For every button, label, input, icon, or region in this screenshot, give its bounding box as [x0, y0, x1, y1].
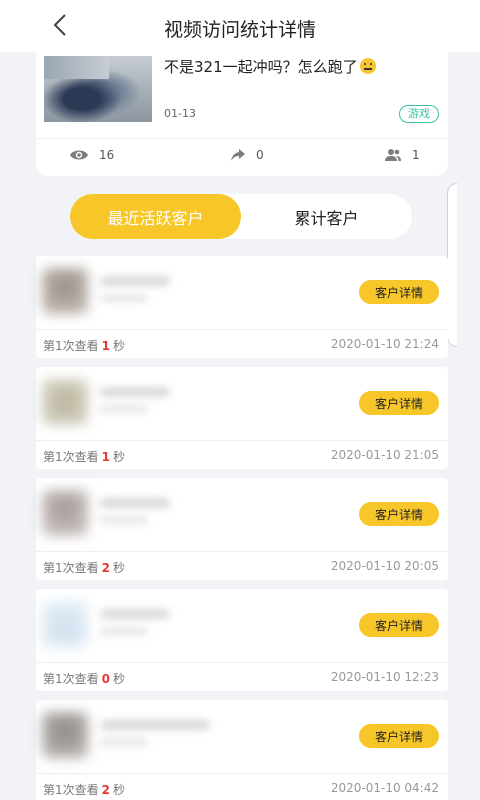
divider — [36, 551, 448, 552]
customer-detail-button[interactable]: 客户详情 — [359, 502, 439, 526]
view-unit: 秒 — [113, 450, 126, 464]
customer-row: 客户详情 第1次查看 1 秒 2020-01-10 21:24 — [36, 256, 448, 358]
view-seconds: 0 — [101, 672, 110, 686]
customer-row: 客户详情 第1次查看 2 秒 2020-01-10 04:42 — [36, 700, 448, 800]
views-stat: 16 — [69, 148, 114, 162]
tab-recent-customers[interactable]: 最近活跃客户 — [70, 194, 241, 239]
view-duration: 第1次查看 1 秒 — [43, 448, 125, 465]
video-date: 01-13 — [164, 107, 196, 120]
view-unit: 秒 — [113, 783, 126, 797]
view-prefix: 第1次查看 — [43, 783, 99, 797]
divider — [36, 329, 448, 330]
customer-detail-button[interactable]: 客户详情 — [359, 280, 439, 304]
video-card[interactable]: 不是321一起冲吗？怎么跑了 01-13 游戏 16 0 1 — [36, 48, 448, 176]
divider — [36, 138, 448, 139]
view-timestamp: 2020-01-10 04:42 — [330, 781, 439, 795]
customer-row: 客户详情 第1次查看 2 秒 2020-01-10 20:05 — [36, 478, 448, 580]
customer-detail-button[interactable]: 客户详情 — [359, 613, 439, 637]
users-stat: 1 — [384, 148, 420, 162]
confused-face-icon — [359, 58, 376, 74]
users-icon — [385, 149, 401, 161]
edge-handle — [447, 183, 457, 347]
customer-name-blurred — [100, 276, 170, 286]
customer-name-blurred — [100, 609, 170, 619]
tab-total-customers[interactable]: 累计客户 — [241, 194, 412, 239]
views-count: 16 — [99, 148, 115, 162]
view-timestamp: 2020-01-10 21:24 — [330, 337, 439, 351]
view-duration: 第1次查看 0 秒 — [43, 670, 125, 687]
view-prefix: 第1次查看 — [43, 672, 99, 686]
view-duration: 第1次查看 2 秒 — [43, 559, 125, 576]
view-unit: 秒 — [113, 561, 126, 575]
customer-info-blurred — [100, 405, 148, 413]
view-timestamp: 2020-01-10 12:23 — [330, 670, 439, 684]
customer-info-blurred — [100, 627, 148, 635]
customer-row: 客户详情 第1次查看 1 秒 2020-01-10 21:05 — [36, 367, 448, 469]
avatar — [42, 490, 88, 536]
view-timestamp: 2020-01-10 21:05 — [330, 448, 439, 462]
customer-info-blurred — [100, 738, 148, 746]
video-thumbnail[interactable] — [44, 56, 152, 122]
customer-detail-button[interactable]: 客户详情 — [359, 724, 439, 748]
divider — [36, 440, 448, 441]
shares-count: 0 — [256, 148, 264, 162]
customer-name-blurred — [100, 498, 170, 508]
app-header: 视频访问统计详情 — [0, 0, 480, 52]
view-seconds: 2 — [101, 783, 110, 797]
customer-name-blurred — [100, 387, 170, 397]
video-caption-text: 不是321一起冲吗？怎么跑了 — [164, 58, 358, 76]
customer-tabs: 最近活跃客户 累计客户 — [70, 194, 412, 239]
avatar — [42, 268, 88, 314]
view-duration: 第1次查看 1 秒 — [43, 337, 125, 354]
customer-row: 客户详情 第1次查看 0 秒 2020-01-10 12:23 — [36, 589, 448, 691]
view-prefix: 第1次查看 — [43, 561, 99, 575]
view-duration: 第1次查看 2 秒 — [43, 781, 125, 798]
customer-info-blurred — [100, 294, 148, 302]
divider — [36, 773, 448, 774]
users-count: 1 — [412, 148, 420, 162]
customer-detail-button[interactable]: 客户详情 — [359, 391, 439, 415]
avatar — [42, 379, 88, 425]
category-tag: 游戏 — [399, 105, 439, 123]
eye-icon — [70, 150, 88, 160]
avatar — [42, 601, 88, 647]
divider — [36, 662, 448, 663]
view-prefix: 第1次查看 — [43, 450, 99, 464]
share-arrow-icon — [231, 149, 245, 161]
view-unit: 秒 — [113, 672, 126, 686]
shares-stat: 0 — [230, 148, 264, 162]
avatar — [42, 712, 88, 758]
view-seconds: 2 — [101, 561, 110, 575]
view-seconds: 1 — [101, 339, 110, 353]
view-seconds: 1 — [101, 450, 110, 464]
view-unit: 秒 — [113, 339, 126, 353]
back-button[interactable] — [48, 10, 72, 40]
video-caption: 不是321一起冲吗？怎么跑了 — [164, 56, 376, 77]
view-prefix: 第1次查看 — [43, 339, 99, 353]
customer-name-blurred — [100, 720, 210, 730]
view-timestamp: 2020-01-10 20:05 — [330, 559, 439, 573]
customer-info-blurred — [100, 516, 148, 524]
page-title: 视频访问统计详情 — [163, 18, 316, 41]
chevron-left-icon — [53, 14, 66, 36]
